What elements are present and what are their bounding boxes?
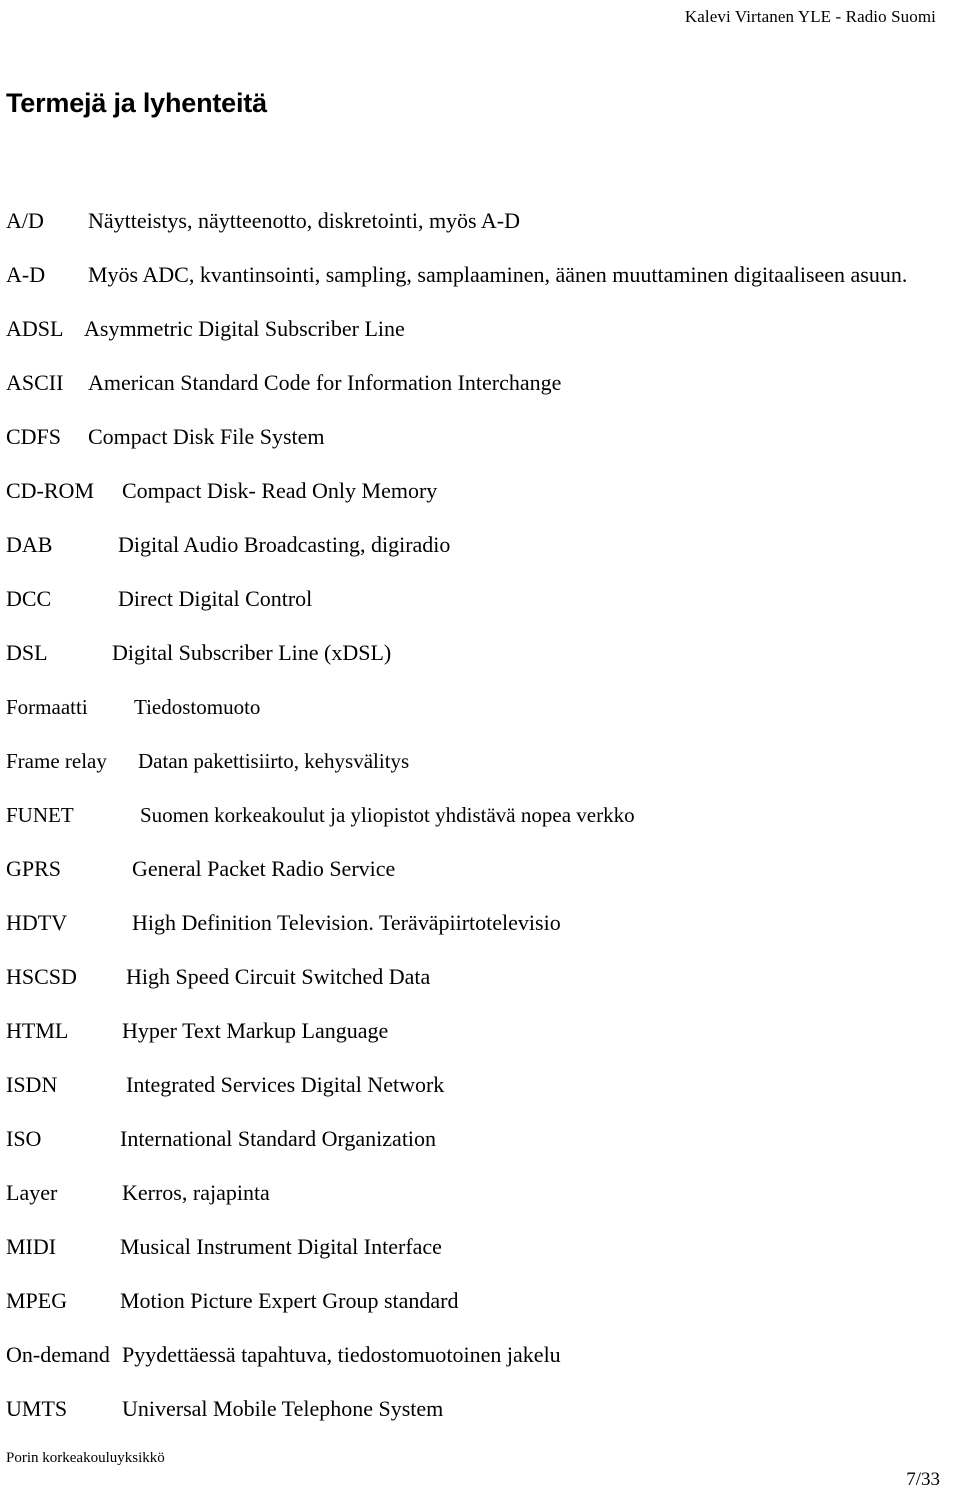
- glossary-definition: Digital Subscriber Line (xDSL): [112, 640, 392, 665]
- glossary-definition: High Definition Television. Teräväpiirto…: [132, 910, 561, 935]
- glossary-entry: On-demand Pyydettäessä tapahtuva, tiedost…: [0, 1341, 960, 1395]
- glossary-definition: Kerros, rajapinta: [122, 1180, 270, 1205]
- glossary-term: DCC: [6, 586, 52, 611]
- glossary-entry: DCC Direct Digital Control: [0, 585, 960, 639]
- glossary-term: CD-ROM: [6, 478, 95, 503]
- glossary-term: Frame relay: [6, 749, 107, 773]
- glossary-term: HSCSD: [6, 964, 77, 989]
- glossary-definition: Asymmetric Digital Subscriber Line: [84, 316, 405, 341]
- glossary-term: Layer: [6, 1180, 58, 1205]
- glossary-term: CDFS: [6, 424, 62, 449]
- glossary-definition: Musical Instrument Digital Interface: [120, 1234, 442, 1259]
- glossary-entry: A/D Näytteistys, näytteenotto, diskretoin…: [0, 207, 960, 261]
- running-header: Kalevi Virtanen YLE - Radio Suomi: [684, 7, 936, 26]
- glossary-definition: High Speed Circuit Switched Data: [126, 964, 431, 989]
- glossary-entry: ADSL Asymmetric Digital Subscriber Line: [0, 315, 960, 369]
- glossary-definition: Datan pakettisiirto, kehysvälitys: [138, 749, 410, 773]
- glossary-definition: Suomen korkeakoulut ja yliopistot yhdist…: [140, 803, 635, 827]
- glossary-entry: ASCII American Standard Code for Informat…: [0, 369, 960, 423]
- glossary-entry: GPRS General Packet Radio Service: [0, 855, 960, 909]
- glossary-entry: Frame relay Datan pakettisiirto, kehysväl…: [0, 747, 960, 801]
- glossary-list: A/D Näytteistys, näytteenotto, diskretoin…: [0, 207, 960, 1449]
- glossary-term: On-demand: [6, 1342, 110, 1367]
- glossary-entry: HDTV High Definition Television. Teräväpi…: [0, 909, 960, 963]
- glossary-definition: Direct Digital Control: [118, 586, 313, 611]
- glossary-definition: Myös ADC, kvantinsointi, sampling, sampl…: [88, 262, 908, 287]
- glossary-definition: Integrated Services Digital Network: [126, 1072, 445, 1097]
- glossary-entry: HSCSD High Speed Circuit Switched Data: [0, 963, 960, 1017]
- glossary-term: ADSL: [6, 316, 64, 341]
- glossary-definition: Näytteistys, näytteenotto, diskretointi,…: [88, 208, 521, 233]
- glossary-term: A/D: [6, 208, 44, 233]
- footer-page-number: 7/33: [906, 1469, 940, 1490]
- glossary-definition: International Standard Organization: [120, 1126, 437, 1151]
- glossary-entry: Formaatti Tiedostomuoto: [0, 693, 960, 747]
- glossary-definition: General Packet Radio Service: [132, 856, 396, 881]
- glossary-entry: A-D Myös ADC, kvantinsointi, sampling, sa…: [0, 261, 960, 315]
- glossary-definition: Compact Disk- Read Only Memory: [122, 478, 438, 503]
- glossary-term: GPRS: [6, 856, 62, 881]
- glossary-term: HDTV: [6, 910, 68, 935]
- glossary-entry: DSL Digital Subscriber Line (xDSL): [0, 639, 960, 693]
- glossary-definition: Compact Disk File System: [88, 424, 325, 449]
- glossary-definition: Motion Picture Expert Group standard: [120, 1288, 459, 1313]
- glossary-entry: ISO International Standard Organization: [0, 1125, 960, 1179]
- glossary-term: A-D: [6, 262, 46, 287]
- glossary-entry: FUNET Suomen korkeakoulut ja yliopistot y…: [0, 801, 960, 855]
- glossary-entry: Layer Kerros, rajapinta: [0, 1179, 960, 1233]
- glossary-term: FUNET: [6, 803, 74, 827]
- glossary-entry: DAB Digital Audio Broadcasting, digiradio: [0, 531, 960, 585]
- footer-organization: Porin korkeakouluyksikkö: [6, 1450, 165, 1466]
- glossary-term: UMTS: [6, 1396, 68, 1421]
- glossary-term: MPEG: [6, 1288, 68, 1313]
- glossary-entry: HTML Hyper Text Markup Language: [0, 1017, 960, 1071]
- glossary-entry: ISDN Integrated Services Digital Network: [0, 1071, 960, 1125]
- glossary-definition: American Standard Code for Information I…: [88, 370, 562, 395]
- glossary-term: HTML: [6, 1018, 69, 1043]
- glossary-term: ISDN: [6, 1072, 58, 1097]
- glossary-term: DSL: [6, 640, 48, 665]
- glossary-term: DAB: [6, 532, 53, 557]
- glossary-entry: CD-ROM Compact Disk- Read Only Memory: [0, 477, 960, 531]
- glossary-term: ASCII: [6, 370, 64, 395]
- glossary-definition: Tiedostomuoto: [134, 695, 261, 719]
- glossary-entry: MPEG Motion Picture Expert Group standard: [0, 1287, 960, 1341]
- glossary-definition: Universal Mobile Telephone System: [122, 1396, 444, 1421]
- glossary-term: ISO: [6, 1126, 42, 1151]
- page-title: Termejä ja lyhenteitä: [6, 88, 267, 119]
- glossary-entry: MIDI Musical Instrument Digital Interface: [0, 1233, 960, 1287]
- glossary-entry: CDFS Compact Disk File System: [0, 423, 960, 477]
- glossary-definition: Digital Audio Broadcasting, digiradio: [118, 532, 451, 557]
- glossary-term: Formaatti: [6, 695, 88, 719]
- glossary-definition: Pyydettäessä tapahtuva, tiedostomuotoine…: [122, 1342, 561, 1367]
- document-page: Kalevi Virtanen YLE - Radio Suomi Termej…: [0, 0, 960, 1494]
- page-footer: Porin korkeakouluyksikkö 7/33: [0, 1440, 960, 1494]
- glossary-definition: Hyper Text Markup Language: [122, 1018, 389, 1043]
- glossary-term: MIDI: [6, 1234, 57, 1259]
